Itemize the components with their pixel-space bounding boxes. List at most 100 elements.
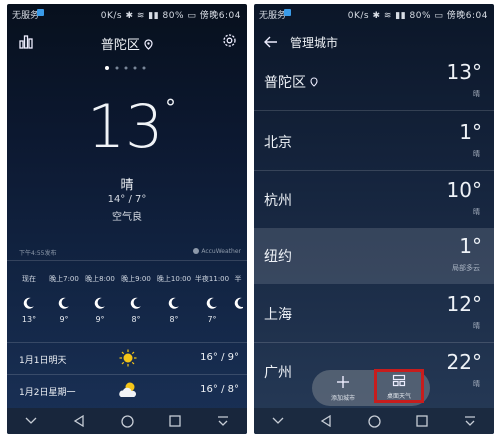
partly-cloudy-icon (119, 382, 136, 397)
divider (7, 374, 247, 375)
location-pin-icon (144, 39, 153, 50)
manage-cities-screen: 无服务 0K/s ✱ ≋ ▮▮ 80% ▭ 傍晚6:04 管理城市 普陀区 13… (254, 4, 494, 434)
city-row-newyork[interactable]: 纽约 1° 局部多云 (254, 228, 494, 284)
day-date: 1月1日明天 (19, 356, 67, 366)
notification-pull-icon[interactable] (215, 413, 231, 429)
hour-label: 半 (234, 275, 242, 283)
carrier-text: 无服务 (12, 11, 40, 21)
daily-row[interactable]: 1月2日星期一 16° / 8° (7, 376, 247, 406)
city-condition: 晴 (473, 90, 480, 98)
navigation-bar (7, 408, 247, 434)
day-date: 1月2日星期一 (19, 388, 76, 398)
day-temps: 16° / 9° (200, 352, 239, 363)
chevron-down-icon[interactable] (270, 413, 286, 429)
hour-label: 现在 (22, 275, 36, 283)
notification-icon (37, 9, 44, 16)
city-name: 杭州 (264, 193, 292, 209)
update-time: 下午4:55发布 (19, 250, 57, 257)
city-name: 普陀区 (100, 38, 140, 53)
hour-temp: 9° (95, 315, 105, 324)
moon-icon (94, 297, 105, 309)
sun-icon (119, 349, 137, 367)
moon-icon (234, 297, 245, 309)
city-row-beijing[interactable]: 北京 1° 晴 (254, 114, 494, 170)
hour-label: 晚上8:00 (85, 275, 115, 283)
city-name: 纽约 (264, 249, 292, 265)
city-temp: 1° (459, 120, 482, 144)
current-condition: 晴 (120, 178, 134, 193)
city-row-hangzhou[interactable]: 杭州 10° 晴 (254, 172, 494, 228)
hourly-item: 晚上8:00 9° (81, 274, 119, 324)
city-temp: 12° (446, 292, 482, 316)
temp-range: 14° / 7° (107, 194, 147, 205)
divider (7, 260, 247, 261)
moon-icon (58, 297, 69, 309)
divider (254, 342, 494, 343)
add-city-button[interactable]: 添加城市 (318, 372, 368, 404)
city-label: 普陀区 (264, 75, 306, 91)
city-row-shanghai[interactable]: 上海 12° 晴 (254, 286, 494, 342)
city-temp: 1° (459, 234, 482, 258)
navigation-bar (254, 408, 494, 434)
city-condition: 局部多云 (452, 264, 480, 272)
hour-temp: 7° (207, 315, 217, 324)
city-condition: 晴 (473, 322, 480, 330)
city-name: 广州 (264, 365, 292, 381)
city-temp: 10° (446, 178, 482, 202)
desktop-weather-button[interactable]: 桌面天气 (374, 369, 424, 403)
air-quality: 空气良 (112, 212, 142, 223)
city-temp: 13° (446, 60, 482, 84)
back-nav-icon[interactable] (71, 413, 87, 429)
status-bar: 无服务 0K/s ✱ ≋ ▮▮ 80% ▭ 傍晚6:04 (7, 4, 247, 22)
status-right: 0K/s ✱ ≋ ▮▮ 80% ▭ 傍晚6:04 (100, 11, 241, 21)
city-condition: 晴 (473, 380, 480, 388)
desktop-weather-label: 桌面天气 (386, 393, 411, 400)
plus-icon (337, 376, 349, 388)
degree-symbol: ° (165, 96, 176, 121)
daily-row[interactable]: 1月1日明天 16° / 9° (7, 344, 247, 374)
status-bar: 无服务 0K/s ✱ ≋ ▮▮ 80% ▭ 傍晚6:04 (254, 4, 494, 22)
recents-nav-icon[interactable] (167, 413, 183, 429)
home-nav-icon[interactable] (119, 413, 135, 429)
weather-detail-screen: 无服务 0K/s ✱ ≋ ▮▮ 80% ▭ 傍晚6:04 普陀区 13 ° 晴 … (7, 4, 247, 434)
divider (7, 342, 247, 343)
hour-temp: 13° (21, 315, 37, 324)
hour-label: 晚上9:00 (121, 275, 151, 283)
moon-icon (130, 297, 141, 309)
page-indicator (7, 56, 247, 75)
chevron-down-icon[interactable] (23, 413, 39, 429)
hour-temp: 8° (169, 315, 179, 324)
city-condition: 晴 (473, 208, 480, 216)
carrier-text: 无服务 (259, 11, 287, 21)
moon-icon (206, 297, 217, 309)
city-condition: 晴 (473, 150, 480, 158)
home-nav-icon[interactable] (366, 413, 382, 429)
back-nav-icon[interactable] (318, 413, 334, 429)
hour-label: 半夜11:00 (194, 275, 230, 283)
notification-pull-icon[interactable] (462, 413, 478, 429)
hour-temp: 9° (59, 315, 69, 324)
hour-label: 晚上7:00 (49, 275, 79, 283)
hour-temp: 8° (131, 315, 141, 324)
location-pin-icon (310, 77, 319, 87)
provider-name: AccuWeather (201, 248, 241, 255)
accuweather-icon (193, 248, 200, 254)
notification-icon (284, 9, 291, 16)
city-name: 北京 (264, 135, 292, 151)
provider-label: AccuWeather (193, 248, 241, 255)
hourly-item: 晚上9:00 8° (117, 274, 155, 324)
city-name: 普陀区 (264, 72, 319, 92)
hourly-item: 晚上7:00 9° (45, 274, 83, 324)
hourly-item: 半夜11:00 7° (193, 274, 231, 324)
divider (254, 170, 494, 171)
city-header[interactable]: 普陀区 (7, 34, 247, 53)
city-row-putuo[interactable]: 普陀区 13° 晴 (254, 54, 494, 110)
widget-icon (392, 374, 406, 387)
moon-icon (168, 297, 179, 309)
city-name: 上海 (264, 307, 292, 323)
recents-nav-icon[interactable] (414, 413, 430, 429)
hourly-item: 现在 13° (10, 274, 48, 324)
back-arrow-icon[interactable] (264, 34, 278, 48)
settings-gear-icon[interactable] (222, 33, 237, 48)
day-temps: 16° / 8° (200, 384, 239, 395)
